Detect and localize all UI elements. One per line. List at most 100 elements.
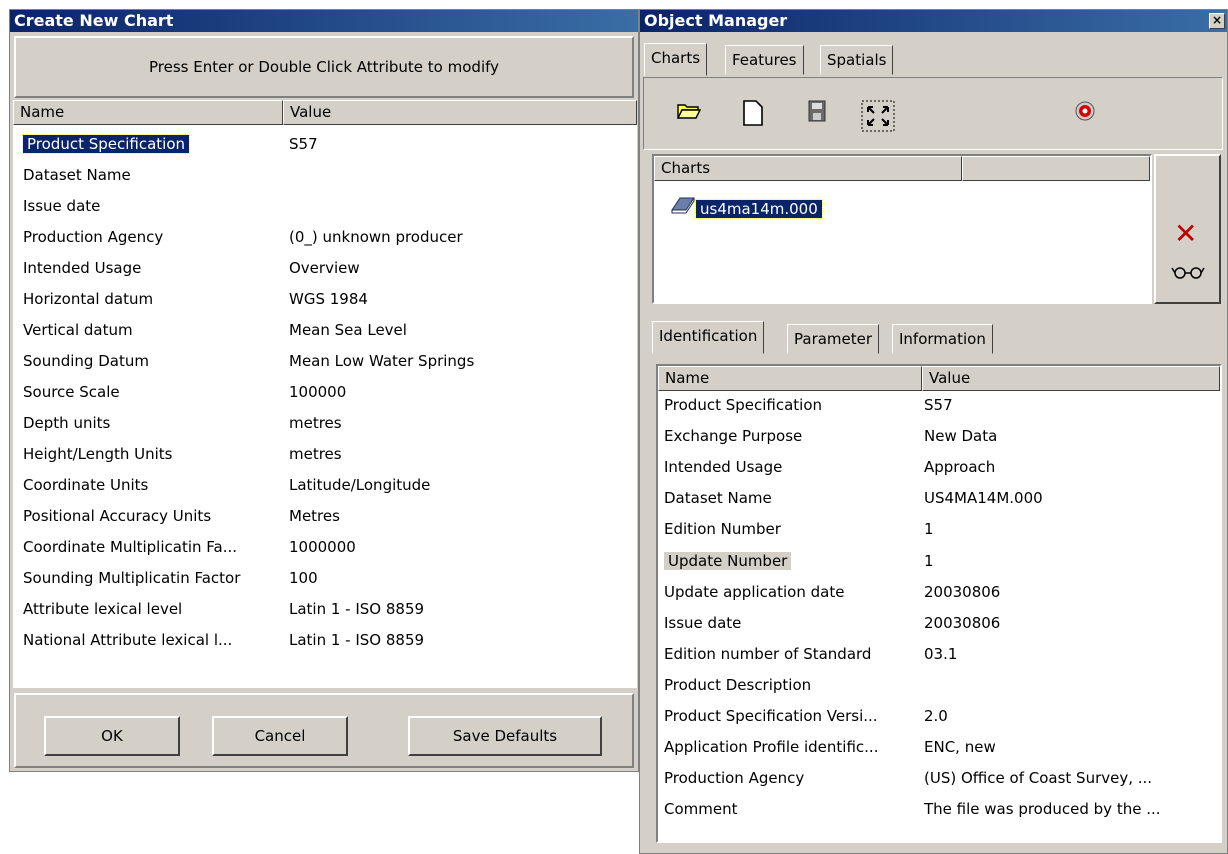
attribute-name-text: Dataset Name	[664, 489, 772, 508]
charts-column-header[interactable]: Charts	[654, 156, 962, 181]
tab-parameter[interactable]: Parameter	[787, 324, 880, 354]
attribute-name-text: Product Description	[664, 675, 812, 694]
attribute-name[interactable]: Issue date	[664, 608, 741, 639]
column-header-value[interactable]: Value	[283, 100, 637, 125]
attribute-name[interactable]: Attribute lexical level	[23, 594, 182, 625]
attribute-name[interactable]: Coordinate Units	[23, 470, 148, 501]
attribute-name-text: Depth units	[23, 414, 111, 432]
attribute-name[interactable]: Comment	[664, 794, 738, 825]
attribute-value[interactable]: 20030806	[924, 608, 1000, 639]
tab-charts[interactable]: Charts	[644, 43, 708, 76]
attribute-value[interactable]: metres	[289, 439, 342, 470]
attribute-name[interactable]: Production Agency	[23, 222, 163, 253]
attribute-name[interactable]: National Attribute lexical l...	[23, 625, 232, 656]
new-file-icon[interactable]	[738, 100, 768, 130]
attribute-value[interactable]: WGS 1984	[289, 284, 368, 315]
attribute-name[interactable]: Vertical datum	[23, 315, 133, 346]
attribute-name[interactable]: Dataset Name	[664, 483, 772, 514]
attribute-value[interactable]: 03.1	[924, 639, 957, 670]
tab-information[interactable]: Information	[892, 324, 993, 354]
attribute-name[interactable]: Intended Usage	[23, 253, 141, 284]
attribute-name[interactable]: Product Specification Versi...	[664, 701, 878, 732]
attribute-name[interactable]: Horizontal datum	[23, 284, 153, 315]
attribute-name[interactable]: Product Description	[664, 670, 811, 701]
charts-column-header-blank[interactable]	[962, 156, 1150, 181]
dialog-buttons: OK Cancel Save Defaults	[14, 693, 634, 768]
attribute-value[interactable]: (0_) unknown producer	[289, 222, 463, 253]
attribute-name[interactable]: Source Scale	[23, 377, 120, 408]
create-new-chart-window: Create New Chart Press Enter or Double C…	[9, 9, 639, 772]
attribute-value[interactable]: Latitude/Longitude	[289, 470, 430, 501]
attribute-name[interactable]: Application Profile identific...	[664, 732, 878, 763]
attribute-name[interactable]: Coordinate Multiplicatin Fa...	[23, 532, 237, 563]
attribute-name-text: Sounding Multiplicatin Factor	[23, 569, 241, 587]
attribute-value[interactable]: Mean Low Water Springs	[289, 346, 474, 377]
attribute-name[interactable]: Intended Usage	[664, 452, 782, 483]
attribute-value[interactable]: 2.0	[924, 701, 948, 732]
attribute-name[interactable]: Height/Length Units	[23, 439, 173, 470]
attribute-name[interactable]: Exchange Purpose	[664, 421, 802, 452]
attribute-value[interactable]: Latin 1 - ISO 8859	[289, 594, 424, 625]
attribute-name[interactable]: Update application date	[664, 577, 844, 608]
attribute-value[interactable]: 20030806	[924, 577, 1000, 608]
attribute-name-text: Comment	[664, 800, 738, 819]
attribute-name[interactable]: Dataset Name	[23, 160, 131, 191]
attribute-name[interactable]: Product Specification	[21, 129, 191, 160]
save-defaults-button[interactable]: Save Defaults	[408, 716, 602, 756]
id-column-header-name[interactable]: Name	[658, 366, 922, 391]
charts-list: Charts us4ma14m.000	[652, 154, 1152, 304]
attribute-value[interactable]: metres	[289, 408, 342, 439]
attribute-name-text: Edition Number	[664, 520, 781, 539]
toolbar	[643, 77, 1223, 150]
attribute-name-text: Exchange Purpose	[664, 427, 803, 446]
attribute-value[interactable]: Approach	[924, 452, 995, 483]
tab-spatials[interactable]: Spatials	[820, 45, 894, 75]
attribute-value[interactable]: Latin 1 - ISO 8859	[289, 625, 424, 656]
tab-identification[interactable]: Identification	[652, 321, 765, 354]
fit-extent-icon[interactable]	[860, 100, 896, 132]
chart-item[interactable]: us4ma14m.000	[670, 194, 823, 225]
attribute-name-text: Coordinate Multiplicatin Fa...	[23, 538, 238, 556]
attribute-value[interactable]: 100000	[289, 377, 346, 408]
attribute-name[interactable]: Issue date	[23, 191, 100, 222]
cancel-button[interactable]: Cancel	[212, 716, 348, 756]
column-header-name[interactable]: Name	[13, 100, 283, 125]
attribute-name[interactable]: Depth units	[23, 408, 110, 439]
attribute-name-text: Update application date	[664, 582, 845, 601]
close-icon[interactable]: ×	[1209, 13, 1225, 29]
attribute-value[interactable]: Metres	[289, 501, 340, 532]
attribute-name-text: National Attribute lexical l...	[23, 631, 233, 649]
attribute-value[interactable]: 1	[924, 514, 934, 545]
create-new-chart-title: Create New Chart	[10, 10, 638, 32]
attribute-name[interactable]: Update Number	[664, 546, 792, 577]
save-icon[interactable]	[802, 100, 832, 130]
attribute-value[interactable]: New Data	[924, 421, 997, 452]
attribute-value[interactable]: (US) Office of Coast Survey, ...	[924, 763, 1152, 794]
attribute-name[interactable]: Production Agency	[664, 763, 804, 794]
ok-button[interactable]: OK	[44, 716, 180, 756]
attribute-name-text: Application Profile identific...	[664, 738, 879, 757]
id-column-header-value[interactable]: Value	[922, 366, 1220, 391]
attribute-value[interactable]: Mean Sea Level	[289, 315, 407, 346]
attribute-value[interactable]: 1000000	[289, 532, 356, 563]
open-folder-icon[interactable]	[674, 100, 704, 130]
attribute-value[interactable]: 100	[289, 563, 318, 594]
attribute-value[interactable]: ENC, new	[924, 732, 996, 763]
attribute-value[interactable]: US4MA14M.000	[924, 483, 1043, 514]
attribute-value[interactable]: Overview	[289, 253, 360, 284]
attribute-value[interactable]: S57	[924, 390, 953, 421]
attribute-value[interactable]: The file was produced by the ...	[924, 794, 1161, 825]
attribute-name[interactable]: Sounding Multiplicatin Factor	[23, 563, 240, 594]
attribute-name[interactable]: Positional Accuracy Units	[23, 501, 211, 532]
attribute-name[interactable]: Edition number of Standard	[664, 639, 871, 670]
attribute-value[interactable]: 1	[924, 546, 934, 577]
view-glasses-icon[interactable]	[1170, 264, 1206, 284]
record-icon[interactable]	[1070, 100, 1100, 130]
attribute-name[interactable]: Edition Number	[664, 514, 781, 545]
tab-features[interactable]: Features	[725, 45, 804, 75]
attribute-value[interactable]: S57	[289, 129, 318, 160]
delete-icon[interactable]: ✕	[1174, 220, 1197, 248]
attribute-name[interactable]: Product Specification	[664, 390, 822, 421]
attribute-name[interactable]: Sounding Datum	[23, 346, 149, 377]
modify-hint: Press Enter or Double Click Attribute to…	[14, 36, 634, 98]
